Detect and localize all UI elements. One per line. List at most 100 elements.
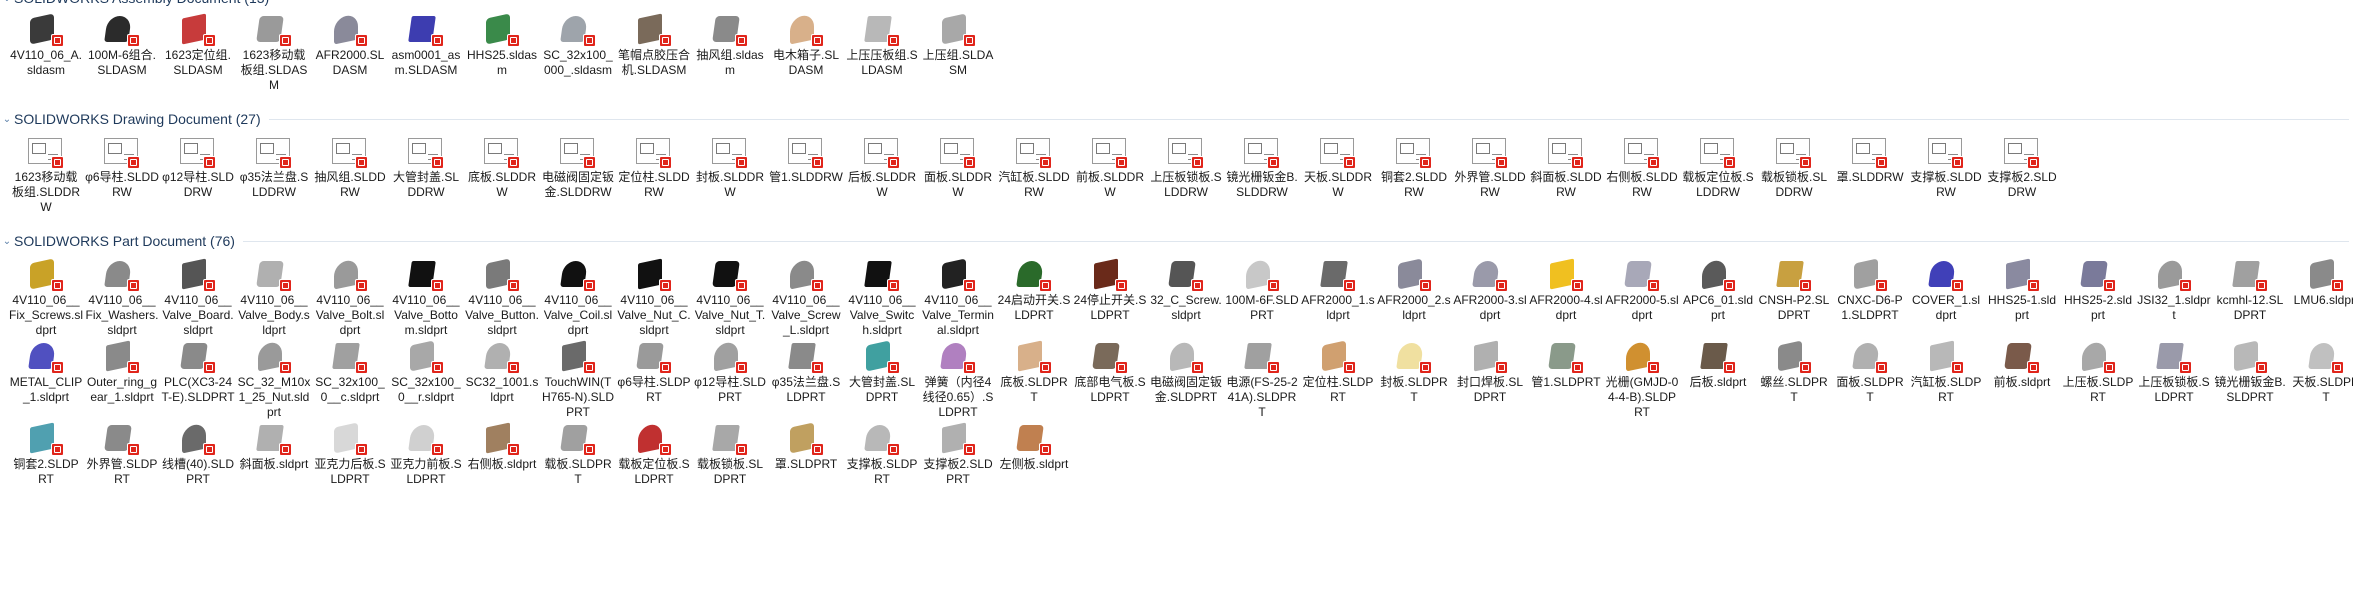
file-item[interactable]: 4V110_06__Fix_Screws.sldprt [8,257,84,337]
file-item[interactable]: 24停止开关.SLDPRT [1072,257,1148,337]
file-item[interactable]: 上压板锁板.SLDPRT [2136,339,2212,419]
file-item[interactable]: HHS25.sldasm [464,12,540,92]
file-item[interactable]: 外界管.SLDPRT [84,421,160,501]
file-item[interactable]: METAL_CLIP_1.sldprt [8,339,84,419]
file-item[interactable]: asm0001_asm.SLDASM [388,12,464,92]
file-item[interactable]: 管1.SLDPRT [1528,339,1604,419]
file-item[interactable]: 上压板锁板.SLDDRW [1148,134,1224,214]
file-item[interactable]: 电源(FS-25-241A).SLDPRT [1224,339,1300,419]
file-item[interactable]: 支撑板.SLDDRW [1908,134,1984,214]
file-item[interactable]: φ6导柱.SLDDRW [84,134,160,214]
file-item[interactable]: 后板.sldprt [1680,339,1756,419]
file-item[interactable]: 1623定位组.SLDASM [160,12,236,92]
file-item[interactable]: 载板定位板.SLDDRW [1680,134,1756,214]
file-item[interactable]: 4V110_06__Valve_Board.sldprt [160,257,236,337]
file-item[interactable]: 上压压板组.SLDASM [844,12,920,92]
file-item[interactable]: 后板.SLDDRW [844,134,920,214]
file-item[interactable]: 笔帽点胶压合机.SLDASM [616,12,692,92]
file-item[interactable]: 管1.SLDDRW [768,134,844,214]
file-item[interactable]: AFR2000-5.sldprt [1604,257,1680,337]
file-item[interactable]: φ12导柱.SLDPRT [692,339,768,419]
file-item[interactable]: 4V110_06__Valve_Nut_C.sldprt [616,257,692,337]
file-item[interactable]: 螺丝.SLDPRT [1756,339,1832,419]
file-item[interactable]: 面板.SLDPRT [1832,339,1908,419]
file-item[interactable]: 底板.SLDDRW [464,134,540,214]
file-item[interactable]: 电木箱子.SLDASM [768,12,844,92]
file-item[interactable]: 前板.sldprt [1984,339,2060,419]
file-item[interactable]: 4V110_06__Valve_Bottom.sldprt [388,257,464,337]
chevron-down-icon[interactable]: ⌄ [2,236,12,247]
file-item[interactable]: SC_32_M10x1_25_Nut.sldprt [236,339,312,419]
file-item[interactable]: 24启动开关.SLDPRT [996,257,1072,337]
file-item[interactable]: APC6_01.sldprt [1680,257,1756,337]
file-item[interactable]: AFR2000.SLDASM [312,12,388,92]
file-item[interactable]: 4V110_06__Valve_Terminal.sldprt [920,257,996,337]
file-item[interactable]: LMU6.sldprt [2288,257,2353,337]
file-item[interactable]: 镜光栅钣金B.SLDDRW [1224,134,1300,214]
file-item[interactable]: 右侧板.sldprt [464,421,540,501]
file-item[interactable]: 罩.SLDDRW [1832,134,1908,214]
file-item[interactable]: 大管封盖.SLDPRT [844,339,920,419]
file-item[interactable]: 弹簧（内径4线径0.65）.SLDPRT [920,339,996,419]
file-item[interactable]: CNSH-P2.SLDPRT [1756,257,1832,337]
group-header-part[interactable]: ⌄ SOLIDWORKS Part Document (76) [0,231,2353,251]
file-item[interactable]: 亚克力后板.SLDPRT [312,421,388,501]
file-item[interactable]: 100M-6组合.SLDASM [84,12,160,92]
file-item[interactable]: 支撑板2.SLDDRW [1984,134,2060,214]
file-item[interactable]: 前板.SLDDRW [1072,134,1148,214]
file-item[interactable]: 斜面板.sldprt [236,421,312,501]
file-item[interactable]: 铜套2.SLDDRW [1376,134,1452,214]
file-item[interactable]: 底板.SLDPRT [996,339,1072,419]
file-item[interactable]: 汽缸板.SLDPRT [1908,339,1984,419]
file-item[interactable]: SC_32x100_0__c.sldprt [312,339,388,419]
file-item[interactable]: SC_32x100_0__r.sldprt [388,339,464,419]
file-item[interactable]: AFR2000_2.sldprt [1376,257,1452,337]
file-item[interactable]: 镜光栅钣金B.SLDPRT [2212,339,2288,419]
file-item[interactable]: 罩.SLDPRT [768,421,844,501]
file-item[interactable]: 100M-6F.SLDPRT [1224,257,1300,337]
file-item[interactable]: 支撑板2.SLDPRT [920,421,996,501]
file-item[interactable]: 封板.SLDPRT [1376,339,1452,419]
file-item[interactable]: 右侧板.SLDDRW [1604,134,1680,214]
file-item[interactable]: 载板.SLDPRT [540,421,616,501]
file-item[interactable]: 天板.SLDDRW [1300,134,1376,214]
file-item[interactable]: AFR2000-3.sldprt [1452,257,1528,337]
file-item[interactable]: PLC(XC3-24T-E).SLDPRT [160,339,236,419]
file-item[interactable]: 4V110_06__Valve_Switch.sldprt [844,257,920,337]
file-item[interactable]: 载板锁板.SLDPRT [692,421,768,501]
file-item[interactable]: 4V110_06__Valve_Screw_L.sldprt [768,257,844,337]
file-item[interactable]: 大管封盖.SLDDRW [388,134,464,214]
file-item[interactable]: 抽风组.sldasm [692,12,768,92]
file-item[interactable]: 载板锁板.SLDDRW [1756,134,1832,214]
file-item[interactable]: φ35法兰盘.SLDPRT [768,339,844,419]
chevron-down-icon[interactable]: ⌄ [2,0,12,4]
file-item[interactable]: 汽缸板.SLDDRW [996,134,1072,214]
file-item[interactable]: 面板.SLDDRW [920,134,996,214]
group-header-drawing[interactable]: ⌄ SOLIDWORKS Drawing Document (27) [0,109,2353,129]
file-item[interactable]: JSI32_1.sldprt [2136,257,2212,337]
file-item[interactable]: 4V110_06__Valve_Body.sldprt [236,257,312,337]
file-item[interactable]: φ6导柱.SLDPRT [616,339,692,419]
file-item[interactable]: 抽风组.SLDDRW [312,134,388,214]
file-item[interactable]: HHS25-1.sldprt [1984,257,2060,337]
file-item[interactable]: 铜套2.SLDPRT [8,421,84,501]
file-item[interactable]: 32_C_Screw.sldprt [1148,257,1224,337]
file-item[interactable]: 底部电气板.SLDPRT [1072,339,1148,419]
file-item[interactable]: φ12导柱.SLDDRW [160,134,236,214]
file-item[interactable]: kcmhl-12.SLDPRT [2212,257,2288,337]
file-item[interactable]: SC32_1001.sldprt [464,339,540,419]
file-item[interactable]: TouchWIN(TH765-N).SLDPRT [540,339,616,419]
file-item[interactable]: 1623移动载板组.SLDDRW [8,134,84,214]
file-item[interactable]: 上压组.SLDASM [920,12,996,92]
file-item[interactable]: φ35法兰盘.SLDDRW [236,134,312,214]
file-item[interactable]: 斜面板.SLDDRW [1528,134,1604,214]
file-item[interactable]: COVER_1.sldprt [1908,257,1984,337]
file-item[interactable]: 4V110_06__Valve_Button.sldprt [464,257,540,337]
file-item[interactable]: 电磁阀固定钣金.SLDPRT [1148,339,1224,419]
file-item[interactable]: Outer_ring_gear_1.sldprt [84,339,160,419]
file-item[interactable]: 上压板.SLDPRT [2060,339,2136,419]
file-item[interactable]: 定位柱.SLDPRT [1300,339,1376,419]
chevron-down-icon[interactable]: ⌄ [2,114,12,125]
file-item[interactable]: CNXC-D6-P1.SLDPRT [1832,257,1908,337]
file-item[interactable]: 线槽(40).SLDPRT [160,421,236,501]
